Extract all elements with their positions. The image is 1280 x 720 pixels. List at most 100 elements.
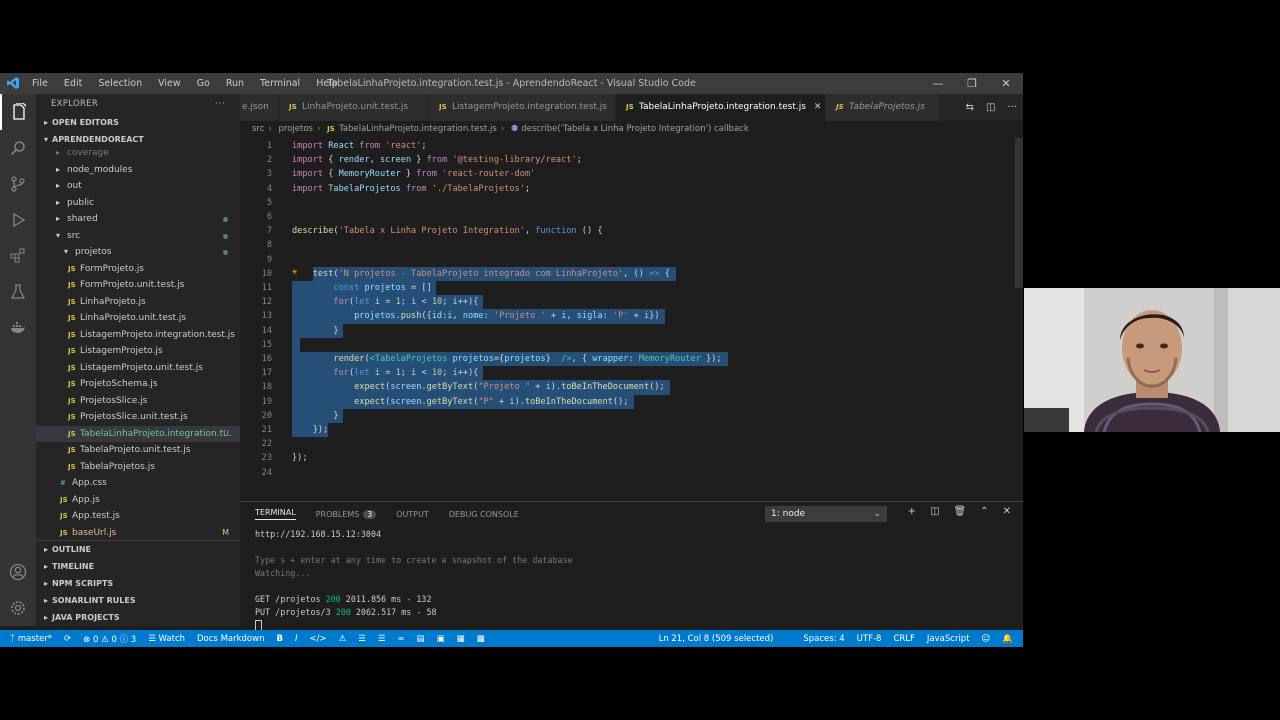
- watch-status[interactable]: ☰ Watch: [148, 634, 185, 644]
- menu-help[interactable]: Help: [308, 78, 346, 89]
- testing-icon[interactable]: [0, 274, 36, 310]
- sidebar-section-npm-scripts[interactable]: ▸ NPM SCRIPTS: [36, 575, 240, 592]
- menu-run[interactable]: Run: [218, 78, 252, 89]
- docker-icon[interactable]: [0, 310, 36, 346]
- folder-item[interactable]: ▾ projetos: [36, 244, 240, 261]
- table-icon[interactable]: ▦: [457, 634, 465, 644]
- breadcrumb-item[interactable]: describe('Tabela x Linha Projeto Integra…: [521, 124, 749, 134]
- minimize-icon[interactable]: —: [921, 73, 955, 94]
- extensions-icon[interactable]: [0, 238, 36, 274]
- tab-tabelaprojetos[interactable]: JS TabelaProjetos.js: [826, 94, 940, 121]
- problems-status[interactable]: ⊗ 0 ⚠ 0 ⓘ 3: [83, 633, 136, 645]
- sidebar-section-timeline[interactable]: ▸ TIMELINE: [36, 558, 240, 575]
- indentation[interactable]: Spaces: 4: [803, 634, 844, 644]
- sidebar-section-java-projects[interactable]: ▸ JAVA PROJECTS: [36, 609, 240, 626]
- scrollbar-thumb[interactable]: [1015, 138, 1023, 288]
- file-item[interactable]: JS FormProjeto.unit.test.js: [36, 277, 240, 294]
- file-item[interactable]: JS App.test.js: [36, 508, 240, 525]
- tab-listagemprojeto-integration[interactable]: JS ListagemProjeto.integration.test.js: [429, 94, 616, 121]
- explorer-icon[interactable]: [0, 94, 36, 130]
- new-terminal-icon[interactable]: +: [908, 506, 916, 517]
- cursor-position[interactable]: Ln 21, Col 8 (509 selected): [659, 634, 774, 644]
- bold-icon[interactable]: B: [276, 634, 282, 644]
- split-terminal-icon[interactable]: ◫: [930, 506, 939, 517]
- panel-tab-problems[interactable]: PROBLEMS 3: [316, 509, 377, 519]
- docs-markdown-status[interactable]: Docs Markdown: [197, 634, 264, 644]
- breadcrumb-item[interactable]: src: [252, 124, 264, 134]
- file-item[interactable]: JS FormProjeto.js: [36, 261, 240, 278]
- open-editors-section[interactable]: ▸ OPEN EDITORS: [36, 114, 240, 131]
- account-icon[interactable]: [0, 554, 36, 590]
- search-icon[interactable]: [0, 130, 36, 166]
- file-item[interactable]: JS LinhaProjeto.js: [36, 294, 240, 311]
- folder-item[interactable]: ▾ src: [36, 228, 240, 245]
- breadcrumb-item[interactable]: TabelaLinhaProjeto.integration.test.js: [339, 124, 497, 134]
- menu-file[interactable]: File: [24, 78, 56, 89]
- bullet-list-icon[interactable]: ☰: [358, 634, 366, 644]
- terminal-output[interactable]: http://192.168.15.12:3004 Type s + enter …: [255, 528, 573, 632]
- panel-tab-output[interactable]: OUTPUT: [396, 510, 429, 519]
- close-tab-icon[interactable]: ✕: [814, 102, 822, 112]
- restore-icon[interactable]: ❐: [955, 73, 989, 94]
- file-item[interactable]: JS ProjetosSlice.unit.test.js: [36, 409, 240, 426]
- menu-terminal[interactable]: Terminal: [252, 78, 308, 89]
- code-editor[interactable]: 1 import React from 'react'; 2 import { ren…: [240, 138, 1023, 493]
- notifications-bell-icon[interactable]: 🔔: [1002, 634, 1013, 644]
- file-item[interactable]: JS LinhaProjeto.unit.test.js: [36, 310, 240, 327]
- file-item[interactable]: JS TabelaProjeto.unit.test.js: [36, 442, 240, 459]
- more-actions-icon[interactable]: ···: [1007, 102, 1017, 113]
- more-actions-icon[interactable]: ···: [215, 94, 226, 114]
- split-editor-icon[interactable]: ◫: [986, 102, 995, 113]
- file-item[interactable]: JS App.js: [36, 492, 240, 509]
- folder-item[interactable]: ▸ public: [36, 195, 240, 212]
- lightbulb-icon[interactable]: ☀: [292, 268, 297, 278]
- folder-item[interactable]: ▸ out: [36, 178, 240, 195]
- language-mode[interactable]: JavaScript: [927, 634, 970, 644]
- file-item[interactable]: JS ProjetoSchema.js: [36, 376, 240, 393]
- source-control-icon[interactable]: [0, 166, 36, 202]
- file-item[interactable]: JS ProjetosSlice.js: [36, 393, 240, 410]
- close-window-icon[interactable]: ✕: [989, 73, 1023, 94]
- lock-icon[interactable]: ▣: [437, 634, 445, 644]
- branch-status[interactable]: ᛉ master*: [10, 634, 52, 644]
- feedback-icon[interactable]: ☺: [982, 634, 991, 644]
- file-icon[interactable]: ▤: [417, 634, 425, 644]
- sidebar-section-sonarlint-rules[interactable]: ▸ SONARLINT RULES: [36, 592, 240, 609]
- end-of-line[interactable]: CRLF: [893, 634, 914, 644]
- encoding[interactable]: UTF-8: [857, 634, 882, 644]
- sidebar-section-outline[interactable]: ▸ OUTLINE: [36, 541, 240, 558]
- menu-selection[interactable]: Selection: [90, 78, 150, 89]
- tab-json[interactable]: e.json: [240, 94, 279, 121]
- settings-gear-icon[interactable]: [0, 590, 36, 626]
- trash-icon[interactable]: 🗑: [954, 506, 967, 517]
- file-item[interactable]: JS baseUrl.js M: [36, 525, 240, 542]
- compare-icon[interactable]: ⇆: [966, 102, 974, 113]
- code-icon[interactable]: </>: [309, 634, 326, 644]
- file-item[interactable]: JS ListagemProjeto.unit.test.js: [36, 360, 240, 377]
- folder-item[interactable]: ▸ coverage: [36, 145, 240, 162]
- panel-tab-terminal[interactable]: TERMINAL: [255, 508, 296, 520]
- editor-scrollbar[interactable]: [1015, 138, 1023, 493]
- file-item[interactable]: JS ListagemProjeto.js: [36, 343, 240, 360]
- terminal-select[interactable]: 1: node ⌄: [765, 506, 887, 522]
- video-icon[interactable]: ▩: [477, 634, 485, 644]
- file-item[interactable]: JS TabelaLinhaProjeto.integration.t... U: [36, 425, 240, 442]
- numbered-list-icon[interactable]: ☰: [378, 634, 386, 644]
- file-item[interactable]: JS TabelaProjetos.js: [36, 459, 240, 476]
- run-debug-icon[interactable]: [0, 202, 36, 238]
- alert-icon[interactable]: ⚠: [339, 634, 347, 644]
- file-item[interactable]: JS ListagemProjeto.integration.test.js: [36, 327, 240, 344]
- tab-linhaprojeto-unit[interactable]: JS LinhaProjeto.unit.test.js: [279, 94, 429, 121]
- tab-tabelalinhaprojeto-integration[interactable]: JS TabelaLinhaProjeto.integration.test.js…: [616, 94, 826, 121]
- folder-item[interactable]: ▸ node_modules: [36, 162, 240, 179]
- menu-go[interactable]: Go: [189, 78, 218, 89]
- close-panel-icon[interactable]: ✕: [1003, 506, 1011, 517]
- panel-tab-debug-console[interactable]: DEBUG CONSOLE: [449, 510, 519, 519]
- folder-item[interactable]: ▸ shared: [36, 211, 240, 228]
- sync-icon[interactable]: ⟳: [64, 634, 71, 644]
- maximize-panel-icon[interactable]: ⌃: [980, 506, 988, 517]
- menu-edit[interactable]: Edit: [56, 78, 90, 89]
- menu-view[interactable]: View: [150, 78, 189, 89]
- italic-icon[interactable]: I: [295, 634, 298, 644]
- file-item[interactable]: # App.css: [36, 475, 240, 492]
